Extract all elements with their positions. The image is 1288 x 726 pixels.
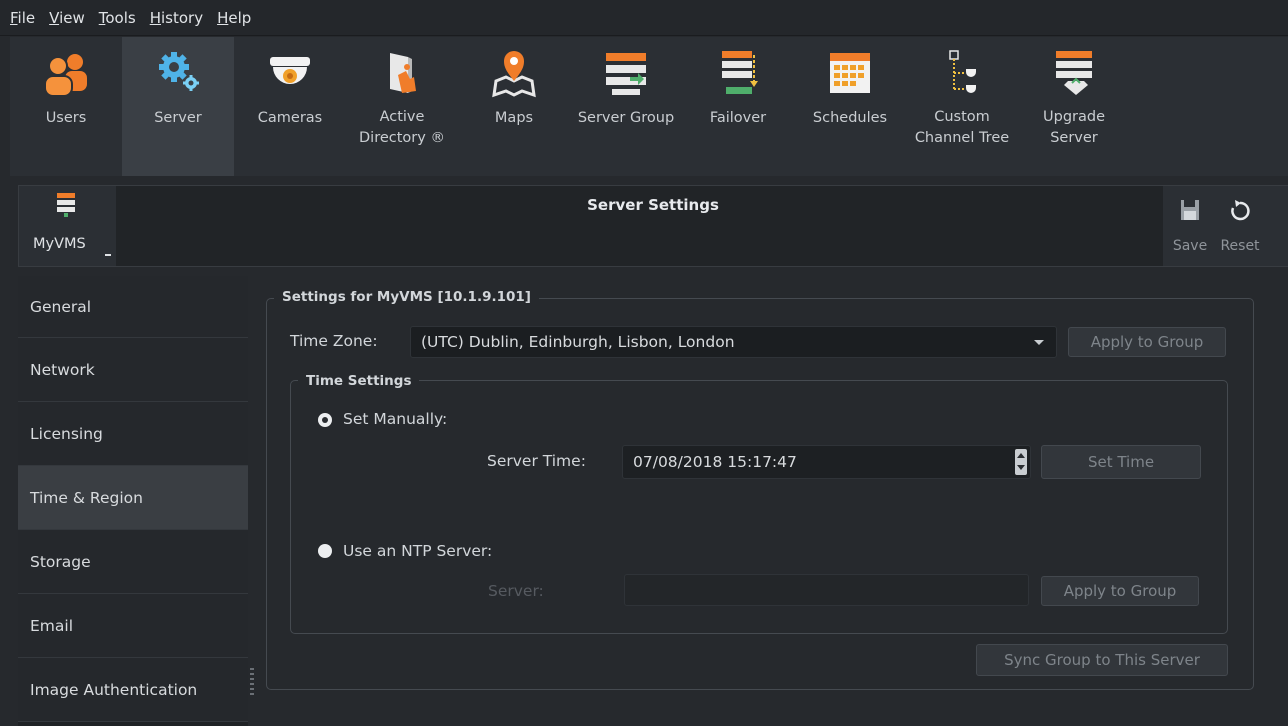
ntp-server-label: Server: bbox=[488, 582, 544, 600]
server-time-input[interactable]: 07/08/2018 15:17:47 bbox=[622, 445, 1031, 479]
settings-content: Settings for MyVMS [10.1.9.101] Time Zon… bbox=[256, 276, 1288, 726]
menu-file[interactable]: File bbox=[10, 9, 35, 27]
time-zone-select[interactable]: (UTC) Dublin, Edinburgh, Lisbon, London bbox=[410, 326, 1057, 358]
dropdown-caret-icon bbox=[105, 254, 111, 256]
toolbar-failover[interactable]: Failover bbox=[682, 37, 794, 176]
splitter-handle[interactable] bbox=[250, 668, 254, 696]
menu-help[interactable]: Help bbox=[217, 9, 251, 27]
toolbar-active-directory[interactable]: Active Directory ® bbox=[346, 37, 458, 176]
users-icon bbox=[40, 47, 92, 99]
toolbar-maps[interactable]: Maps bbox=[458, 37, 570, 176]
toolbar-cameras-label: Cameras bbox=[257, 110, 323, 126]
toolbar-server-group[interactable]: Server Group bbox=[570, 37, 682, 176]
set-time-button[interactable]: Set Time bbox=[1041, 445, 1201, 479]
toolbar-maps-label: Maps bbox=[494, 110, 534, 126]
active-directory-icon bbox=[376, 47, 428, 99]
toolbar-server-label: Server bbox=[154, 110, 202, 126]
sidebar-item-general[interactable]: General bbox=[18, 276, 248, 338]
spin-stepper-icon[interactable] bbox=[1015, 449, 1027, 475]
failover-icon bbox=[712, 47, 764, 99]
page-title: Server Settings bbox=[587, 196, 719, 214]
sidebar-item-image-authentication[interactable]: Image Authentication bbox=[18, 658, 248, 722]
use-ntp-radio[interactable] bbox=[318, 544, 332, 558]
server-group-icon bbox=[600, 47, 652, 99]
server-settings-header: MyVMS Server Settings Save Reset bbox=[18, 185, 1288, 267]
menu-bar: File View Tools History Help bbox=[0, 0, 1288, 36]
menu-tools[interactable]: Tools bbox=[99, 9, 136, 27]
upgrade-server-icon bbox=[1048, 47, 1100, 99]
save-label: Save bbox=[1172, 238, 1208, 254]
calendar-icon bbox=[824, 47, 876, 99]
server-selector-label: MyVMS bbox=[33, 236, 86, 252]
toolbar-failover-label: Failover bbox=[709, 110, 767, 126]
ntp-apply-to-group-button[interactable]: Apply to Group bbox=[1041, 576, 1199, 606]
toolbar-schedules-label: Schedules bbox=[812, 110, 888, 126]
time-zone-value: (UTC) Dublin, Edinburgh, Lisbon, London bbox=[421, 333, 735, 351]
toolbar-server-group-label: Server Group bbox=[577, 110, 675, 126]
toolbar-active-directory-label: Active Directory ® bbox=[359, 109, 445, 146]
toolbar-custom-channel-tree[interactable]: Custom Channel Tree bbox=[906, 37, 1018, 176]
toolbar-users-label: Users bbox=[45, 110, 87, 126]
save-icon bbox=[1181, 200, 1199, 220]
set-manually-radio[interactable] bbox=[318, 413, 332, 427]
menu-history[interactable]: History bbox=[150, 9, 203, 27]
sidebar-item-time-region[interactable]: Time & Region bbox=[18, 466, 248, 530]
sidebar-item-network[interactable]: Network bbox=[18, 338, 248, 402]
toolbar-schedules[interactable]: Schedules bbox=[794, 37, 906, 176]
sidebar-item-licensing[interactable]: Licensing bbox=[18, 402, 248, 466]
sync-group-button[interactable]: Sync Group to This Server bbox=[976, 644, 1228, 676]
toolbar-upgrade-server-label: Upgrade Server bbox=[1043, 109, 1105, 146]
time-zone-label: Time Zone: bbox=[290, 332, 378, 350]
toolbar-custom-channel-tree-label: Custom Channel Tree bbox=[914, 109, 1010, 146]
reset-button[interactable]: Reset bbox=[1217, 194, 1263, 258]
apply-timezone-to-group-button[interactable]: Apply to Group bbox=[1068, 327, 1226, 357]
toolbar-upgrade-server[interactable]: Upgrade Server bbox=[1018, 37, 1130, 176]
toolbar-cameras[interactable]: Cameras bbox=[234, 37, 346, 176]
settings-sidebar: General Network Licensing Time & Region … bbox=[18, 276, 248, 726]
reset-icon bbox=[1231, 200, 1250, 221]
chevron-down-icon bbox=[1034, 340, 1044, 345]
set-manually-label: Set Manually: bbox=[343, 410, 448, 428]
toolbar-server[interactable]: Server bbox=[122, 37, 234, 176]
map-pin-icon bbox=[488, 47, 540, 99]
toolbar-users[interactable]: Users bbox=[10, 37, 122, 176]
sidebar-item-storage[interactable]: Storage bbox=[18, 530, 248, 594]
main-toolbar: Users Server Cameras Active Directory ® … bbox=[10, 37, 1288, 176]
settings-group-title: Settings for MyVMS [10.1.9.101] bbox=[274, 289, 539, 305]
sidebar-item-email[interactable]: Email bbox=[18, 594, 248, 658]
server-time-value: 07/08/2018 15:17:47 bbox=[633, 453, 797, 471]
dome-camera-icon bbox=[264, 47, 316, 99]
server-gears-icon bbox=[152, 47, 204, 99]
time-settings-title: Time Settings bbox=[298, 373, 420, 389]
reset-label: Reset bbox=[1220, 238, 1260, 254]
server-time-label: Server Time: bbox=[487, 452, 586, 470]
save-button[interactable]: Save bbox=[1167, 194, 1213, 258]
menu-view[interactable]: View bbox=[49, 9, 85, 27]
channel-tree-icon bbox=[936, 47, 988, 99]
ntp-server-input[interactable] bbox=[624, 574, 1029, 606]
use-ntp-label: Use an NTP Server: bbox=[343, 542, 493, 560]
